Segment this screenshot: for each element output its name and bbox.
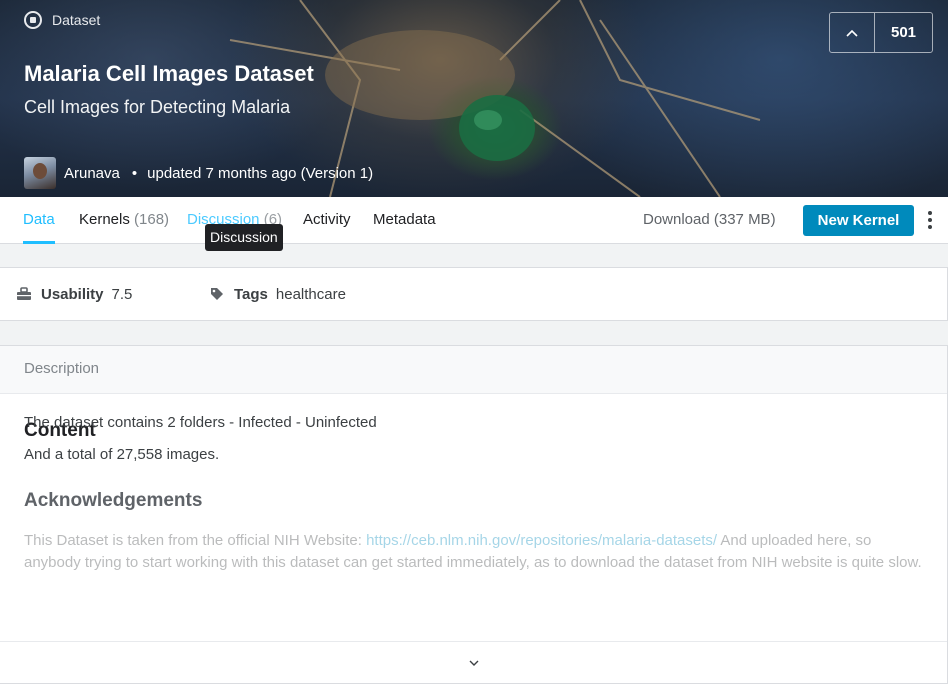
acknowledgements-text: This Dataset is taken from the official …: [24, 530, 924, 574]
description-card: Description Content The dataset contains…: [0, 345, 948, 684]
tab-metadata[interactable]: Metadata: [373, 197, 436, 244]
tab-data[interactable]: Data: [23, 197, 55, 244]
tags-item: Tags healthcare: [210, 268, 346, 320]
ack-text-before: This Dataset is taken from the official …: [24, 532, 367, 549]
tags-label: Tags: [234, 285, 268, 303]
tab-kernels-label: Kernels: [79, 211, 130, 228]
usability-item: Usability 7.5: [16, 268, 132, 320]
discussion-tooltip: Discussion: [205, 224, 283, 251]
upvote-button[interactable]: [830, 13, 875, 52]
dataset-type-text: Dataset: [52, 12, 101, 28]
updated-text: updated 7 months ago (Version 1): [147, 164, 374, 182]
tab-activity[interactable]: Activity: [303, 197, 351, 244]
vote-count: 501: [890, 24, 917, 41]
owner-avatar[interactable]: [24, 157, 56, 189]
owner-line: Arunava • updated 7 months ago (Version …: [24, 157, 373, 189]
content-line-2: And a total of 27,558 images.: [24, 446, 220, 463]
dataset-header-banner: Dataset Malaria Cell Images Dataset Cell…: [0, 0, 948, 197]
dataset-type-label: Dataset: [24, 11, 100, 29]
owner-name[interactable]: Arunava: [64, 165, 120, 182]
tab-activity-label: Activity: [303, 211, 351, 228]
dataset-subtitle: Cell Images for Detecting Malaria: [24, 97, 291, 117]
tag-icon: [211, 288, 223, 300]
tab-kernels-count: (168): [134, 211, 170, 228]
vote-widget: 501: [829, 12, 933, 53]
tag-healthcare[interactable]: healthcare: [276, 286, 346, 303]
tab-metadata-label: Metadata: [373, 211, 436, 228]
download-button[interactable]: Download (337 MB): [643, 197, 776, 242]
chevron-up-icon: [846, 29, 858, 37]
chevron-down-icon: [469, 660, 479, 666]
description-header: Description: [0, 346, 947, 394]
separator-dot: •: [131, 164, 138, 182]
acknowledgements-heading: Acknowledgements: [24, 490, 203, 511]
tab-kernels[interactable]: Kernels (168): [79, 197, 169, 244]
more-options-icon[interactable]: [927, 211, 933, 229]
metadata-summary-card: Usability 7.5 Tags healthcare: [0, 267, 948, 321]
dataset-icon: [24, 11, 42, 29]
tab-data-label: Data: [23, 211, 55, 228]
dataset-title: Malaria Cell Images Dataset: [24, 61, 314, 86]
toolbox-icon: [17, 287, 31, 300]
usability-value: 7.5: [111, 285, 133, 303]
expand-description-button[interactable]: [0, 641, 947, 683]
content-line-1: The dataset contains 2 folders - Infecte…: [24, 414, 377, 431]
nih-link[interactable]: https://ceb.nlm.nih.gov/repositories/mal…: [366, 532, 717, 549]
new-kernel-button[interactable]: New Kernel: [803, 205, 914, 236]
usability-label: Usability: [41, 285, 104, 303]
